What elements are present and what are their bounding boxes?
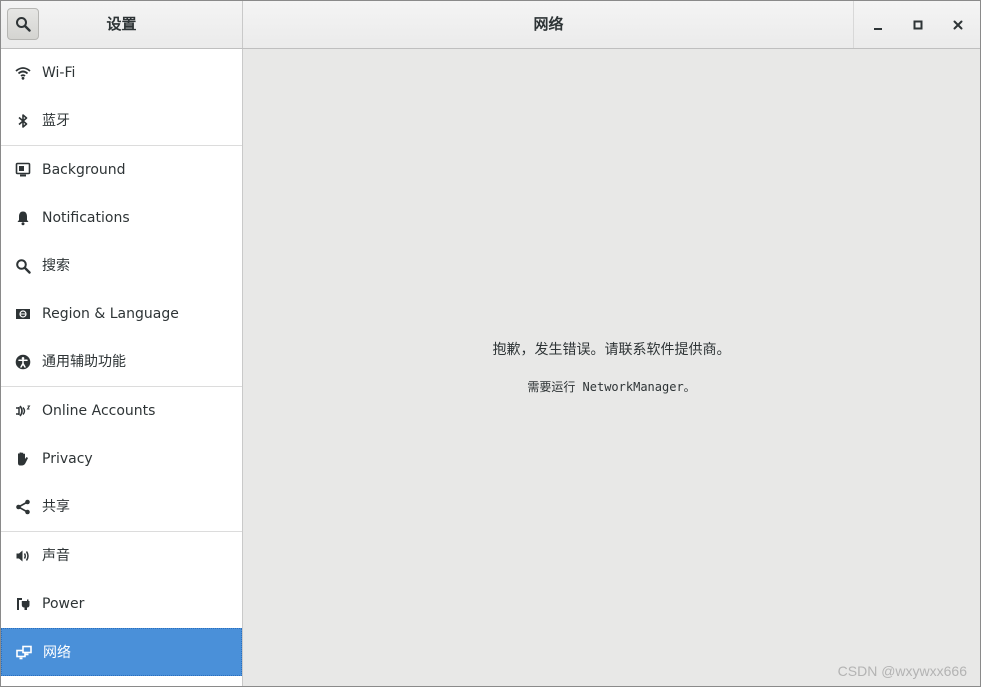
sidebar-item-notifications[interactable]: Notifications [1,194,242,242]
sidebar-item-bluetooth[interactable]: 蓝牙 [1,97,242,145]
watermark: CSDN @wxywxx666 [837,663,967,679]
sidebar-item-label: 声音 [42,548,70,564]
sidebar-item-label: Region & Language [42,306,179,322]
sidebar-item-sharing[interactable]: 共享 [1,483,242,531]
accessibility-icon [13,352,33,372]
settings-window: 设置 网络 Wi-Fi 蓝牙 Background Notifications … [0,0,981,687]
sidebar-title: 设置 [106,15,137,33]
region-icon [13,304,33,324]
window-controls [853,1,980,48]
sidebar-item-sound[interactable]: 声音 [1,532,242,580]
sidebar-item-label: 网络 [43,645,71,661]
sidebar-item-label: Power [42,596,85,612]
sidebar-header: 设置 [1,1,243,48]
close-button[interactable] [944,11,972,39]
sidebar-item-wifi[interactable]: Wi-Fi [1,49,242,97]
sidebar: Wi-Fi 蓝牙 Background Notifications 搜索 Reg… [1,49,243,686]
power-plug-icon [13,594,33,614]
sidebar-item-label: 通用辅助功能 [42,354,126,370]
close-icon [953,20,963,30]
sidebar-item-label: 蓝牙 [42,113,70,129]
sidebar-item-label: 搜索 [42,258,70,274]
error-detail: 需要运行 NetworkManager。 [527,380,696,394]
wifi-icon [13,63,33,83]
minimize-button[interactable] [864,11,892,39]
bell-icon [13,208,33,228]
sidebar-item-label: Wi-Fi [42,65,76,81]
minimize-icon [874,28,882,30]
bluetooth-icon [13,111,33,131]
page-title: 网络 [533,15,564,33]
online-accounts-icon [13,401,33,421]
sidebar-item-background[interactable]: Background [1,146,242,194]
network-panel: 抱歉，发生错误。请联系软件提供商。 需要运行 NetworkManager。 [243,49,980,686]
maximize-button[interactable] [904,11,932,39]
sidebar-item-online-accounts[interactable]: Online Accounts [1,387,242,435]
speaker-icon [13,546,33,566]
header-bar: 设置 网络 [1,1,980,49]
hand-icon [13,449,33,469]
sidebar-item-region-language[interactable]: Region & Language [1,290,242,338]
sidebar-item-power[interactable]: Power [1,580,242,628]
sidebar-item-label: Privacy [42,451,93,467]
sidebar-item-privacy[interactable]: Privacy [1,435,242,483]
sidebar-item-search[interactable]: 搜索 [1,242,242,290]
sidebar-item-accessibility[interactable]: 通用辅助功能 [1,338,242,386]
sidebar-item-label: Background [42,162,126,178]
network-icon [14,643,34,663]
error-message: 抱歉，发生错误。请联系软件提供商。 [492,342,731,358]
background-icon [13,160,33,180]
sidebar-item-label: 共享 [42,499,70,515]
sidebar-item-label: Notifications [42,210,130,226]
sidebar-item-network[interactable]: 网络 [1,628,242,676]
sidebar-item-label: Online Accounts [42,403,156,419]
maximize-icon [913,20,923,30]
share-icon [13,497,33,517]
search-icon [13,256,33,276]
